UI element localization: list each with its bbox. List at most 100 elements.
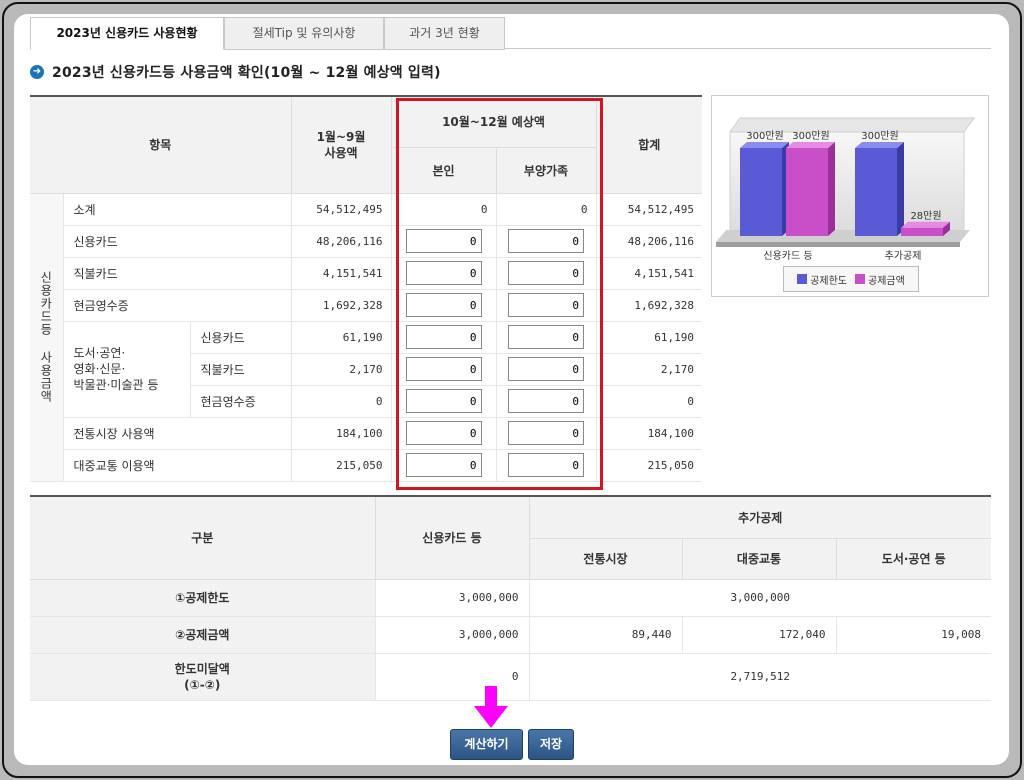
dependent-input[interactable] — [508, 453, 584, 477]
arrow-circle-icon: ➜ — [30, 65, 44, 79]
total-value: 1,692,328 — [595, 289, 702, 322]
usage-table: 항목 1월~9월 사용액 10월~12월 예상액 합계 본인 부양가족 신용카드… — [30, 95, 702, 482]
total-value: 215,050 — [595, 449, 702, 482]
table-row: 대중교통 이용액 215,050 215,050 — [30, 449, 702, 482]
header-item: 항목 — [30, 96, 291, 194]
data-label: 300만원 — [792, 130, 830, 142]
total-value: 4,151,541 — [595, 257, 702, 290]
dependent-input[interactable] — [508, 357, 584, 381]
total-value: 2,170 — [595, 353, 702, 386]
total-value: 54,512,495 — [595, 193, 702, 226]
dependent-input[interactable] — [508, 389, 584, 413]
self-input[interactable] — [405, 293, 482, 317]
table-row: 현금영수증 1,692,328 1,692,328 — [30, 289, 702, 322]
row-label: 현금영수증 — [189, 385, 291, 418]
jan-sep-value: 48,206,116 — [290, 225, 391, 258]
pointer-arrow-icon — [474, 686, 508, 728]
total-value: 48,206,116 — [595, 225, 702, 258]
table-row: 신용카드등 사용금액 소계 54,512,495 0 0 54,512,495 — [30, 193, 702, 482]
row-label: 신용카드 — [189, 321, 291, 354]
dependent-input[interactable] — [508, 261, 584, 285]
summary-table: 구분 신용카드 등 추가공제 전통시장 대중교통 도서·공연 등 ①공제한도 3… — [30, 495, 991, 701]
self-input[interactable] — [405, 325, 482, 349]
legend-label: 공제금액 — [868, 275, 905, 287]
header-self: 본인 — [390, 147, 496, 194]
dependent-input[interactable] — [508, 229, 584, 253]
bar — [855, 148, 897, 236]
self-value: 0 — [390, 193, 496, 226]
jan-sep-value: 215,050 — [290, 449, 391, 482]
header-total: 합계 — [595, 96, 702, 194]
dependent-input[interactable] — [508, 325, 584, 349]
dependent-input[interactable] — [508, 421, 584, 445]
table-row: ①공제한도 3,000,000 3,000,000 — [30, 579, 991, 617]
self-input[interactable] — [405, 389, 482, 413]
market-value: 89,440 — [528, 616, 682, 654]
self-input[interactable] — [405, 421, 482, 445]
self-input[interactable] — [405, 453, 482, 477]
header-jan-sep: 1월~9월 사용액 — [290, 96, 391, 194]
row-label: 한도미달액 (①-②) — [30, 653, 375, 701]
jan-sep-value: 2,170 — [290, 353, 391, 386]
legend-swatch-icon — [797, 274, 808, 284]
table-row: 도서·공연· 영화·신문· 박물관·미술관 등 신용카드 61,190 61,1… — [30, 321, 702, 418]
row-label: 현금영수증 — [62, 289, 291, 322]
header-card: 신용카드 등 — [374, 496, 529, 580]
total-value: 184,100 — [595, 417, 702, 450]
row-label: 대중교통 이용액 — [62, 449, 291, 482]
data-label: 28만원 — [910, 210, 941, 222]
bar-side — [897, 142, 904, 236]
jan-sep-value: 0 — [290, 385, 391, 418]
bar-top — [901, 221, 950, 228]
bar — [901, 227, 943, 236]
bar — [786, 148, 828, 236]
header-culture: 도서·공연 등 — [835, 538, 991, 580]
table-row: 신용카드 48,206,116 48,206,116 — [30, 225, 702, 258]
self-input[interactable] — [405, 357, 482, 381]
culture-value: 19,008 — [835, 616, 991, 654]
table-row: 전통시장 사용액 184,100 184,100 — [30, 417, 702, 450]
tab-2023-usage[interactable]: 2023년 신용카드 사용현황 — [30, 17, 224, 50]
jan-sep-value: 4,151,541 — [290, 257, 391, 290]
chart-legend: 공제한도 공제금액 — [783, 266, 919, 292]
section-title: 2023년 신용카드등 사용금액 확인(10월 ~ 12월 예상액 입력) — [52, 65, 441, 81]
row-label: 신용카드 — [62, 225, 291, 258]
total-value: 61,190 — [595, 321, 702, 354]
header-transit: 대중교통 — [681, 538, 836, 580]
card-value: 3,000,000 — [374, 616, 529, 654]
bar-top — [740, 142, 789, 148]
row-label: 전통시장 사용액 — [62, 417, 291, 450]
calculate-button[interactable]: 계산하기 — [450, 729, 523, 760]
jan-sep-value: 54,512,495 — [290, 193, 391, 226]
legend-item: 공제금액 — [855, 272, 905, 287]
category-label: 신용카드 등 — [763, 250, 812, 262]
jan-sep-value: 61,190 — [290, 321, 391, 354]
chart-canvas: 300만원 300만원신용카드 등 300만원 28만원추가공제 — [716, 117, 975, 262]
category-label: 추가공제 — [885, 250, 922, 262]
side-label: 신용카드등 사용금액 — [30, 193, 63, 482]
row-label: 소계 — [62, 193, 291, 226]
plot-back-top — [729, 117, 975, 133]
self-input[interactable] — [405, 229, 482, 253]
data-label: 300만원 — [746, 130, 784, 142]
row-label: ①공제한도 — [30, 579, 375, 617]
bar-top — [786, 142, 835, 148]
save-button[interactable]: 저장 — [528, 729, 574, 760]
plot-floor-edge — [716, 242, 960, 247]
content-frame: 2023년 신용카드 사용현황 절세Tip 및 유의사항 과거 3년 현황 ➜ … — [14, 14, 1009, 765]
dependent-input[interactable] — [508, 293, 584, 317]
tab-past-3-years[interactable]: 과거 3년 현황 — [384, 17, 505, 50]
tab-tax-tips[interactable]: 절세Tip 및 유의사항 — [224, 17, 384, 50]
row-label: 직불카드 — [189, 353, 291, 386]
total-value: 0 — [595, 385, 702, 418]
self-input[interactable] — [405, 261, 482, 285]
header-category: 구분 — [30, 496, 375, 580]
bar — [740, 148, 782, 236]
jan-sep-value: 184,100 — [290, 417, 391, 450]
header-market: 전통시장 — [528, 538, 682, 580]
legend-swatch-icon — [855, 274, 865, 284]
extra-value: 3,000,000 — [528, 579, 991, 617]
tab-bar: 2023년 신용카드 사용현황 절세Tip 및 유의사항 과거 3년 현황 — [30, 17, 991, 50]
row-label: 직불카드 — [62, 257, 291, 290]
transit-value: 172,040 — [681, 616, 836, 654]
